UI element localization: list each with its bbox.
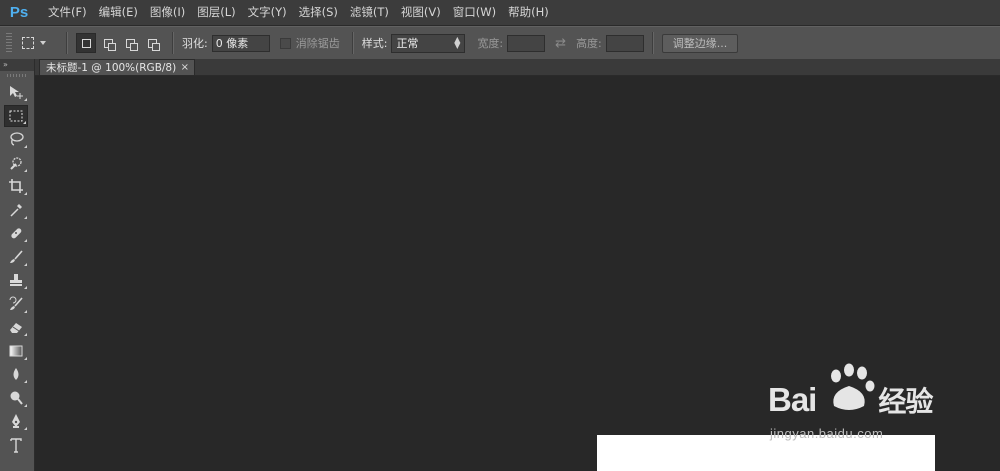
menu-view[interactable]: 视图(V) bbox=[395, 0, 447, 25]
watermark-brand-cn: 经验 bbox=[878, 385, 933, 418]
crop-icon bbox=[9, 179, 23, 193]
toolbar-grip[interactable] bbox=[7, 74, 27, 77]
height-input[interactable] bbox=[605, 34, 644, 52]
marquee-tool[interactable] bbox=[4, 104, 28, 127]
add-selection-icon bbox=[103, 38, 116, 51]
antialias-label: 消除锯齿 bbox=[295, 37, 340, 50]
subtract-selection-icon bbox=[125, 38, 138, 51]
menu-image[interactable]: 图像(I) bbox=[144, 0, 191, 25]
eraser-tool[interactable] bbox=[4, 316, 28, 338]
marquee-icon bbox=[9, 110, 23, 121]
menu-bar: Ps 文件(F) 编辑(E) 图像(I) 图层(L) 文字(Y) 选择(S) 滤… bbox=[0, 0, 1000, 26]
menu-filter[interactable]: 滤镜(T) bbox=[344, 0, 395, 25]
crop-tool[interactable] bbox=[4, 175, 28, 197]
history-brush-icon bbox=[9, 296, 23, 310]
blur-tool[interactable] bbox=[4, 363, 28, 385]
watermark-brand: Bai 经验 bbox=[768, 380, 933, 420]
pen-tool[interactable] bbox=[4, 410, 28, 432]
tools-panel: » bbox=[0, 59, 35, 471]
gradient-icon bbox=[9, 345, 23, 356]
add-selection-button[interactable] bbox=[98, 33, 118, 53]
history-brush-tool[interactable] bbox=[4, 293, 28, 315]
width-label: 宽度: bbox=[477, 37, 504, 50]
pen-icon bbox=[12, 414, 20, 428]
watermark-brand-text: Bai bbox=[768, 381, 817, 418]
document-tab-title: 未标题-1 @ 100%(RGB/8) bbox=[46, 62, 177, 74]
feather-label: 羽化: bbox=[182, 37, 208, 50]
divider bbox=[351, 32, 354, 54]
style-label: 样式: bbox=[361, 37, 388, 50]
new-selection-button[interactable] bbox=[76, 33, 96, 53]
eyedropper-icon bbox=[10, 203, 22, 217]
intersect-selection-icon bbox=[147, 38, 160, 51]
menu-file[interactable]: 文件(F) bbox=[42, 0, 93, 25]
quick-select-icon bbox=[10, 156, 22, 170]
refine-edge-button[interactable]: 调整边缘... bbox=[661, 33, 739, 53]
move-icon bbox=[10, 86, 23, 99]
new-selection-icon bbox=[81, 38, 91, 48]
healing-icon bbox=[11, 228, 22, 239]
intersect-selection-button[interactable] bbox=[142, 33, 162, 53]
feather-input[interactable]: 0 像素 bbox=[211, 34, 270, 52]
watermark: Bai 经验 jingyan.baidu.com bbox=[768, 362, 948, 442]
stamp-icon bbox=[10, 274, 22, 286]
swap-icon[interactable]: ⇄ bbox=[555, 36, 566, 51]
lasso-icon bbox=[10, 132, 24, 146]
chevron-down-icon bbox=[40, 41, 46, 45]
dodge-tool[interactable] bbox=[4, 387, 28, 409]
height-label: 高度: bbox=[576, 37, 602, 50]
updown-arrows-icon: ▲ ▼ bbox=[454, 35, 461, 50]
dodge-icon bbox=[10, 391, 23, 405]
document-tab-strip: 未标题-1 @ 100%(RGB/8) × bbox=[35, 59, 1000, 76]
menu-edit[interactable]: 编辑(E) bbox=[93, 0, 144, 25]
eraser-icon bbox=[10, 323, 22, 333]
watermark-url: jingyan.baidu.com bbox=[770, 426, 884, 441]
menu-layer[interactable]: 图层(L) bbox=[191, 0, 241, 25]
menu-select[interactable]: 选择(S) bbox=[293, 0, 344, 25]
width-input[interactable] bbox=[507, 34, 546, 52]
move-tool[interactable] bbox=[4, 81, 28, 103]
healing-tool[interactable] bbox=[4, 222, 28, 244]
menu-type[interactable]: 文字(Y) bbox=[242, 0, 293, 25]
type-icon bbox=[10, 437, 22, 453]
stamp-tool[interactable] bbox=[4, 269, 28, 291]
subtract-selection-button[interactable] bbox=[120, 33, 140, 53]
close-icon[interactable]: × bbox=[181, 62, 189, 73]
blur-icon bbox=[13, 368, 19, 380]
antialias-checkbox[interactable] bbox=[279, 37, 291, 49]
collapse-icon[interactable]: » bbox=[0, 59, 34, 71]
lasso-tool[interactable] bbox=[4, 128, 28, 150]
options-bar: 羽化: 0 像素 消除锯齿 样式: 正常 ▲ ▼ 宽度: ⇄ 高度: 调整边缘..… bbox=[0, 26, 1000, 60]
menu-window[interactable]: 窗口(W) bbox=[447, 0, 502, 25]
document-tab[interactable]: 未标题-1 @ 100%(RGB/8) × bbox=[39, 59, 195, 75]
quick-select-tool[interactable] bbox=[4, 152, 28, 174]
style-value: 正常 bbox=[396, 37, 419, 50]
eyedropper-tool[interactable] bbox=[4, 199, 28, 221]
style-select[interactable]: 正常 ▲ ▼ bbox=[391, 33, 466, 53]
menu-help[interactable]: 帮助(H) bbox=[502, 0, 555, 25]
rect-marquee-icon bbox=[22, 37, 34, 49]
type-tool[interactable] bbox=[4, 434, 28, 456]
app-logo[interactable]: Ps bbox=[4, 0, 34, 25]
divider bbox=[172, 32, 174, 54]
brush-icon bbox=[10, 249, 23, 263]
options-grip[interactable] bbox=[6, 33, 12, 53]
divider bbox=[651, 32, 654, 54]
divider bbox=[66, 32, 68, 54]
tool-preset-picker[interactable] bbox=[22, 37, 58, 49]
gradient-tool[interactable] bbox=[4, 340, 28, 362]
brush-tool[interactable] bbox=[4, 246, 28, 268]
